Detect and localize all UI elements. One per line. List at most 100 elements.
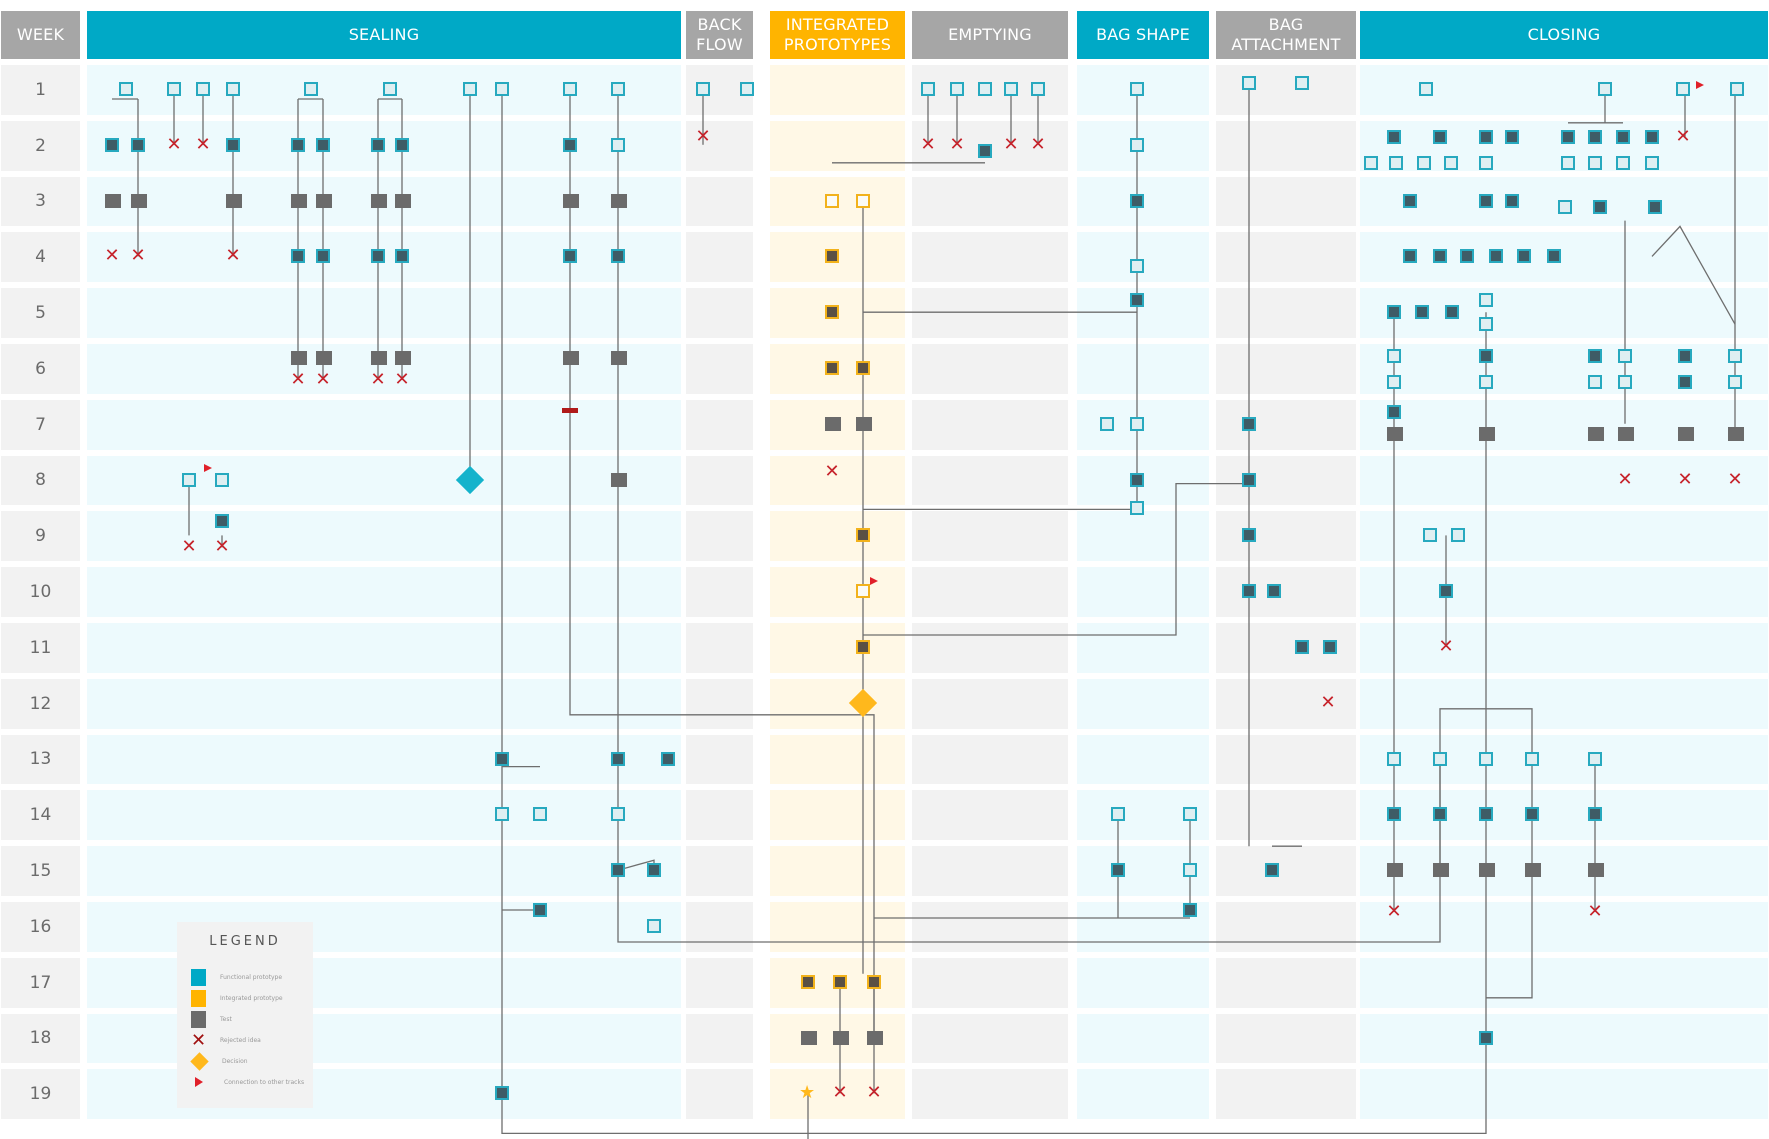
functional-prototype-node[interactable] — [611, 249, 625, 264]
functional-prototype-node[interactable] — [1387, 349, 1401, 363]
functional-prototype-node[interactable] — [1616, 129, 1630, 144]
functional-prototype-node[interactable] — [1323, 640, 1337, 654]
functional-prototype-node[interactable] — [1445, 305, 1459, 320]
functional-prototype-node[interactable] — [1728, 375, 1742, 389]
functional-prototype-node[interactable] — [1588, 129, 1602, 144]
integrated-prototype-node[interactable] — [825, 361, 839, 375]
functional-prototype-node[interactable] — [215, 472, 229, 487]
functional-prototype-node[interactable] — [1645, 155, 1659, 170]
functional-prototype-node[interactable] — [611, 82, 625, 96]
functional-prototype-node[interactable] — [395, 249, 409, 264]
test-node[interactable] — [105, 193, 121, 208]
functional-prototype-node[interactable] — [563, 249, 577, 264]
functional-prototype-node[interactable] — [226, 137, 240, 152]
test-node[interactable] — [371, 193, 387, 208]
functional-prototype-node[interactable] — [226, 82, 240, 96]
test-node[interactable] — [395, 351, 411, 365]
functional-prototype-node[interactable] — [167, 82, 181, 96]
functional-prototype-node[interactable] — [1419, 82, 1433, 96]
functional-prototype-node[interactable] — [611, 807, 625, 822]
functional-prototype-node[interactable] — [1130, 259, 1144, 274]
test-node[interactable] — [395, 193, 411, 208]
test-node[interactable] — [291, 351, 307, 365]
functional-prototype-node[interactable] — [1130, 416, 1144, 431]
functional-prototype-node[interactable] — [1130, 82, 1144, 96]
functional-prototype-node[interactable] — [1387, 375, 1401, 389]
functional-prototype-node[interactable] — [1130, 193, 1144, 208]
functional-prototype-node[interactable] — [611, 751, 625, 766]
functional-prototype-node[interactable] — [696, 82, 710, 96]
integrated-prototype-node[interactable] — [856, 361, 870, 375]
test-node[interactable] — [1479, 863, 1495, 878]
functional-prototype-node[interactable] — [1130, 293, 1144, 308]
functional-prototype-node[interactable] — [1561, 155, 1575, 170]
functional-prototype-node[interactable] — [921, 82, 935, 96]
functional-prototype-node[interactable] — [1505, 129, 1519, 144]
functional-prototype-node[interactable] — [1130, 500, 1144, 515]
test-node[interactable] — [1525, 863, 1541, 878]
test-node[interactable] — [825, 416, 841, 431]
functional-prototype-node[interactable] — [1598, 82, 1612, 96]
functional-prototype-node[interactable] — [1242, 528, 1256, 543]
functional-prototype-node[interactable] — [1004, 82, 1018, 96]
functional-prototype-node[interactable] — [105, 137, 119, 152]
functional-prototype-node[interactable] — [647, 919, 661, 933]
functional-prototype-node[interactable] — [304, 82, 318, 96]
functional-prototype-node[interactable] — [371, 137, 385, 152]
integrated-prototype-node[interactable] — [825, 193, 839, 208]
integrated-prototype-node[interactable] — [856, 193, 870, 208]
functional-prototype-node[interactable] — [495, 82, 509, 96]
functional-prototype-node[interactable] — [1444, 155, 1458, 170]
test-node[interactable] — [1387, 426, 1403, 441]
functional-prototype-node[interactable] — [1558, 199, 1572, 214]
functional-prototype-node[interactable] — [1678, 375, 1692, 389]
functional-prototype-node[interactable] — [611, 137, 625, 152]
functional-prototype-node[interactable] — [463, 82, 477, 96]
functional-prototype-node[interactable] — [563, 137, 577, 152]
functional-prototype-node[interactable] — [383, 82, 397, 96]
functional-prototype-node[interactable] — [1183, 863, 1197, 878]
functional-prototype-node[interactable] — [196, 82, 210, 96]
integrated-prototype-node[interactable] — [825, 249, 839, 264]
functional-prototype-node[interactable] — [1588, 751, 1602, 766]
functional-prototype-node[interactable] — [1678, 349, 1692, 363]
integrated-prototype-node[interactable] — [801, 974, 815, 989]
integrated-prototype-node[interactable] — [833, 974, 847, 989]
functional-prototype-node[interactable] — [1387, 751, 1401, 766]
functional-prototype-node[interactable] — [1479, 317, 1493, 332]
functional-prototype-node[interactable] — [1433, 249, 1447, 264]
test-node[interactable] — [867, 1030, 883, 1045]
functional-prototype-node[interactable] — [563, 82, 577, 96]
functional-prototype-node[interactable] — [316, 249, 330, 264]
integrated-prototype-node[interactable] — [856, 640, 870, 654]
functional-prototype-node[interactable] — [1728, 349, 1742, 363]
functional-prototype-node[interactable] — [1479, 807, 1493, 822]
functional-prototype-node[interactable] — [1730, 82, 1744, 96]
functional-prototype-node[interactable] — [1479, 155, 1493, 170]
test-node[interactable] — [563, 351, 579, 365]
test-node[interactable] — [801, 1030, 817, 1045]
test-node[interactable] — [1588, 863, 1604, 878]
test-node[interactable] — [1728, 426, 1744, 441]
functional-prototype-node[interactable] — [1295, 76, 1309, 90]
functional-prototype-node[interactable] — [1479, 293, 1493, 308]
functional-prototype-node[interactable] — [1387, 807, 1401, 822]
test-node[interactable] — [1479, 426, 1495, 441]
functional-prototype-node[interactable] — [495, 751, 509, 766]
functional-prototype-node[interactable] — [1525, 807, 1539, 822]
functional-prototype-node[interactable] — [1479, 751, 1493, 766]
functional-prototype-node[interactable] — [1479, 1030, 1493, 1045]
functional-prototype-node[interactable] — [1645, 129, 1659, 144]
functional-prototype-node[interactable] — [978, 82, 992, 96]
functional-prototype-node[interactable] — [1479, 375, 1493, 389]
functional-prototype-node[interactable] — [291, 137, 305, 152]
functional-prototype-node[interactable] — [1100, 416, 1114, 431]
functional-prototype-node[interactable] — [1417, 155, 1431, 170]
test-node[interactable] — [1588, 426, 1604, 441]
functional-prototype-node[interactable] — [1423, 528, 1437, 543]
functional-prototype-node[interactable] — [1031, 82, 1045, 96]
functional-prototype-node[interactable] — [316, 137, 330, 152]
functional-prototype-node[interactable] — [1242, 76, 1256, 90]
functional-prototype-node[interactable] — [1433, 129, 1447, 144]
functional-prototype-node[interactable] — [1364, 155, 1378, 170]
